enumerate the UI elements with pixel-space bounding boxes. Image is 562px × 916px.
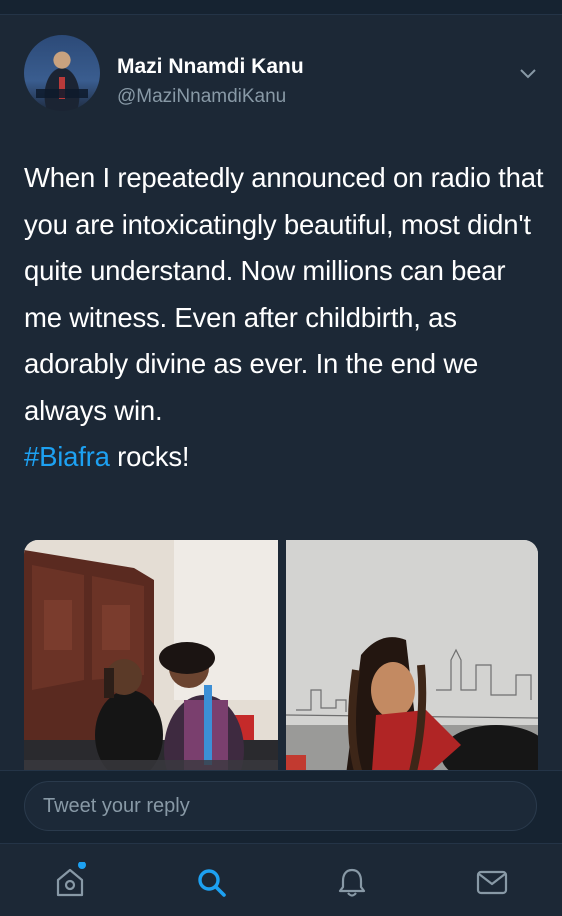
- chevron-down-icon[interactable]: [518, 63, 538, 83]
- media-grid: [24, 540, 538, 785]
- avatar[interactable]: [24, 35, 100, 111]
- hashtag-link[interactable]: #Biafra: [24, 441, 110, 472]
- reply-input[interactable]: Tweet your reply: [24, 781, 537, 831]
- tweet-detail: Mazi Nnamdi Kanu @MaziNnamdiKanu When I …: [0, 15, 562, 785]
- bottom-tab-bar: [0, 843, 562, 916]
- tweet-body: When I repeatedly announced on radio tha…: [24, 162, 544, 426]
- author-name[interactable]: Mazi Nnamdi Kanu: [117, 55, 304, 79]
- avatar-caption-strip: [36, 89, 88, 98]
- tweet-text: When I repeatedly announced on radio tha…: [24, 155, 544, 481]
- photo-2-illustration: [286, 540, 538, 785]
- tweet-tail: rocks!: [109, 441, 190, 472]
- search-icon[interactable]: [192, 862, 232, 902]
- bell-icon[interactable]: [332, 862, 372, 902]
- home-icon[interactable]: [50, 862, 90, 902]
- mail-icon[interactable]: [472, 862, 512, 902]
- reply-composer: Tweet your reply: [0, 770, 562, 844]
- tweet-photo-2[interactable]: [286, 540, 538, 785]
- author-handle[interactable]: @MaziNnamdiKanu: [117, 86, 286, 108]
- status-bar: [0, 0, 562, 15]
- notification-dot: [78, 862, 86, 869]
- photo-1-illustration: [24, 540, 278, 785]
- tweet-photo-1[interactable]: [24, 540, 278, 785]
